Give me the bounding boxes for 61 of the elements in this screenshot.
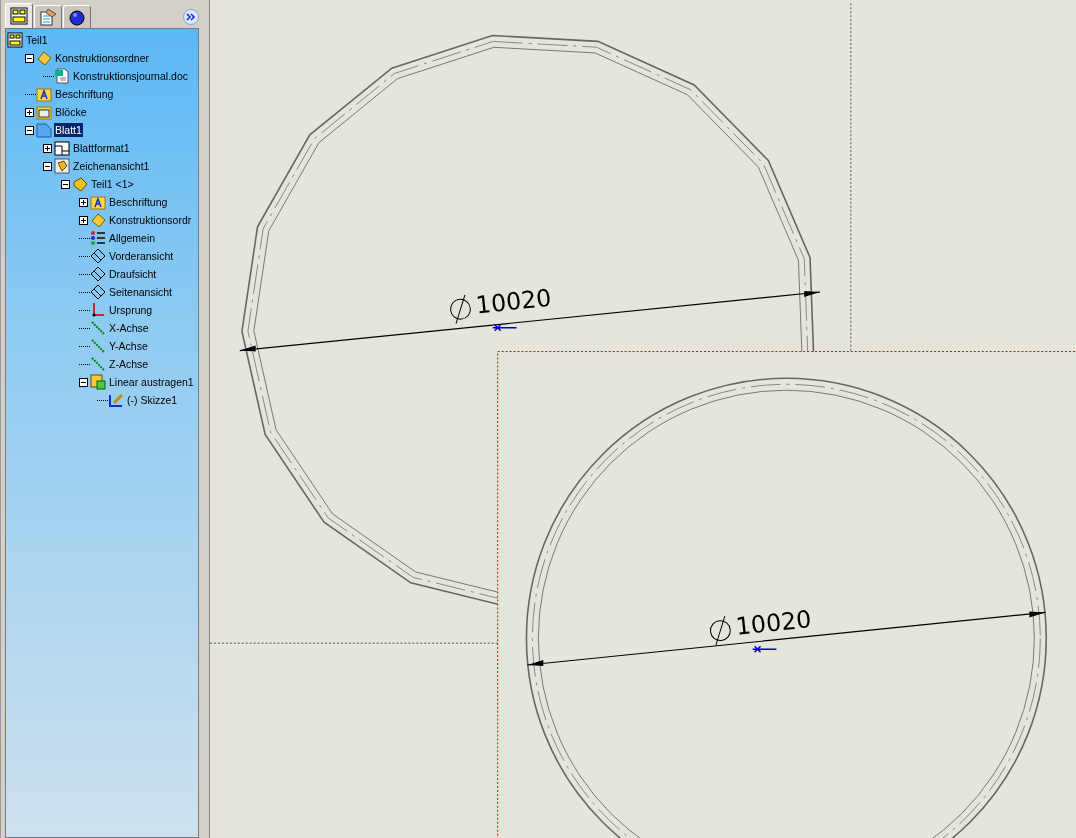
expand-toggle[interactable] <box>25 107 34 117</box>
design-folder-icon <box>36 50 52 66</box>
annotation-icon <box>90 194 106 210</box>
dimension-handle-icon <box>751 645 778 653</box>
dimension-value[interactable]: 10020 <box>474 283 553 320</box>
annotation-icon <box>36 86 52 102</box>
part-icon <box>7 32 23 48</box>
dimension-handle-icon <box>491 324 518 332</box>
parameters-icon <box>90 230 106 246</box>
expand-toggle[interactable] <box>79 215 88 225</box>
clipboard-icon <box>39 8 57 26</box>
tree-item[interactable]: X-Achse <box>108 321 150 335</box>
tree-item[interactable]: Zeichenansicht1 <box>72 159 151 173</box>
collapse-toggle[interactable] <box>43 161 52 171</box>
tree-item[interactable]: Z-Achse <box>108 357 150 371</box>
collapse-toggle[interactable] <box>61 179 70 189</box>
tree-item[interactable]: Konstruktionsordner <box>54 51 150 65</box>
tree-item[interactable]: Allgemein <box>108 231 157 245</box>
blocks-icon <box>36 104 52 120</box>
tree-item[interactable]: Vorderansicht <box>108 249 175 263</box>
diameter-icon <box>450 294 471 325</box>
sheet-icon <box>36 122 52 138</box>
design-folder-icon <box>90 212 106 228</box>
tree-item[interactable]: Blöcke <box>54 105 88 119</box>
tree-item[interactable]: Blatt1 <box>54 123 83 137</box>
tree-item[interactable]: Y-Achse <box>108 339 149 353</box>
dimension-value[interactable]: 10020 <box>734 605 813 641</box>
collapse-toggle[interactable] <box>79 377 88 387</box>
origin-icon <box>90 302 106 318</box>
expand-toggle[interactable] <box>43 143 52 153</box>
tree-item[interactable]: Beschriftung <box>54 87 115 101</box>
view-icon <box>54 158 70 174</box>
tree-item[interactable]: (-) Skizze1 <box>126 393 179 407</box>
tree-item[interactable]: Blattformat1 <box>72 141 131 155</box>
panel-tab[interactable] <box>63 5 91 28</box>
document-icon <box>54 68 70 84</box>
collapse-toggle[interactable] <box>25 53 34 63</box>
sheet-format-icon <box>54 140 70 156</box>
tree-item[interactable]: Teil1 <box>25 33 49 47</box>
collapse-toggle[interactable] <box>25 125 34 135</box>
diameter-icon <box>709 615 731 646</box>
expand-panel-button[interactable] <box>183 8 199 25</box>
part-instance-icon <box>72 176 88 192</box>
tree-item[interactable]: Linear austragen1 <box>108 375 195 389</box>
globe-icon <box>68 8 86 26</box>
dimension-line[interactable] <box>526 611 1046 666</box>
panel-tab[interactable] <box>5 3 33 28</box>
expand-toggle[interactable] <box>79 197 88 207</box>
axis-icon <box>90 356 106 372</box>
axis-icon <box>90 320 106 336</box>
tree-item[interactable]: Konstruktionsjournal.doc <box>72 69 189 83</box>
tree-item[interactable]: Beschriftung <box>108 195 169 209</box>
tree-item[interactable]: Teil1 <1> <box>90 177 135 191</box>
axis-icon <box>90 338 106 354</box>
tree-item[interactable]: Draufsicht <box>108 267 158 281</box>
tree-item[interactable]: Konstruktionsordr <box>108 213 193 227</box>
tree-item[interactable]: Seitenansicht <box>108 285 174 299</box>
model-tree-icon <box>10 7 28 25</box>
tree-item[interactable]: Ursprung <box>108 303 154 317</box>
sketch-icon <box>108 392 124 408</box>
extrusion-icon <box>90 374 106 390</box>
